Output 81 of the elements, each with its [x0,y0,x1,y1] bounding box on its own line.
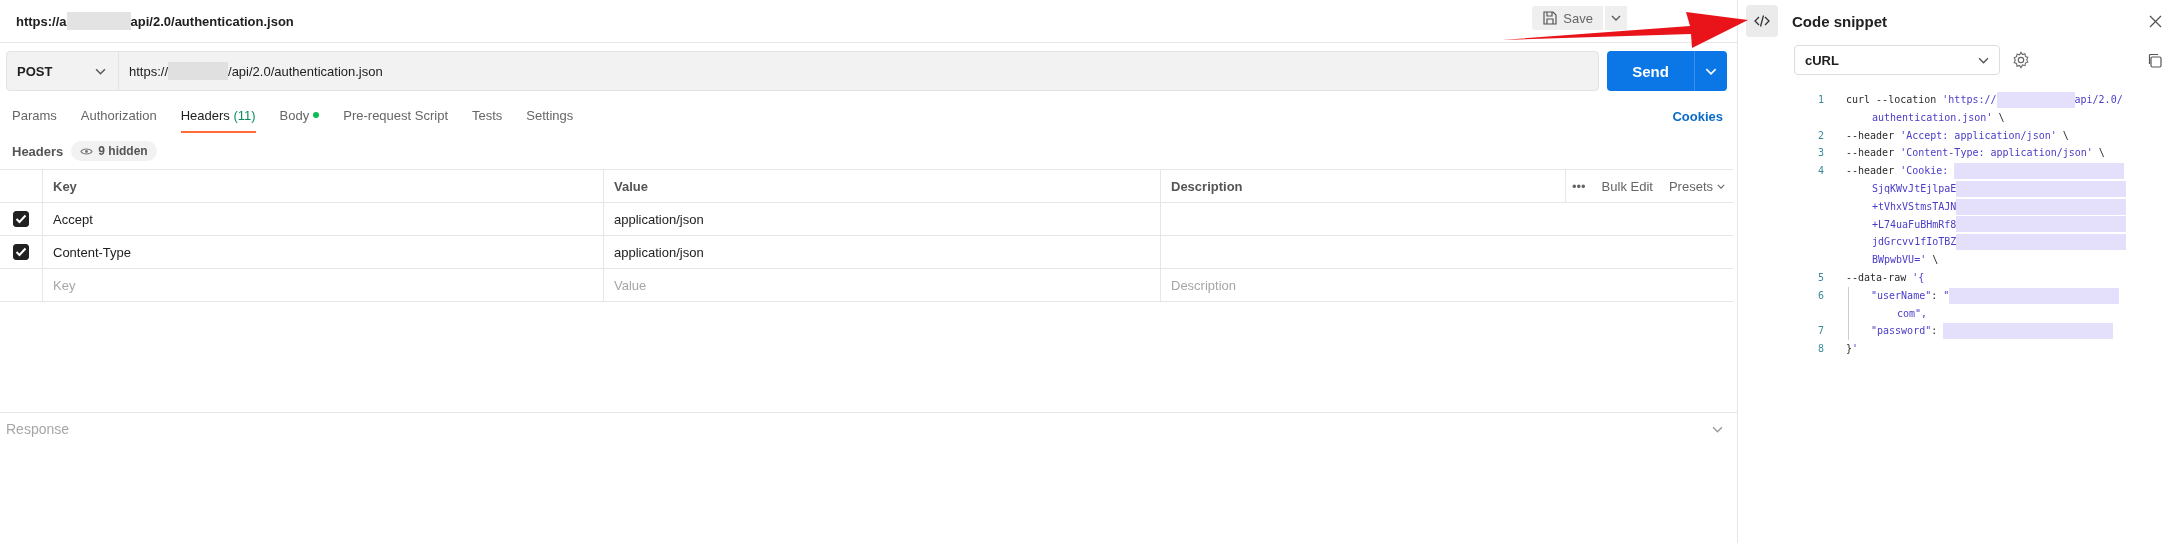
bulk-edit-button[interactable]: Bulk Edit [1601,178,1653,194]
checkbox[interactable] [13,211,29,227]
close-icon[interactable] [2149,14,2162,28]
table-cell[interactable]: Content-Type [42,236,603,268]
code-text: SjqKWvJtEjlpaE [1872,182,1957,196]
hidden-headers-toggle[interactable]: 9 hidden [71,141,157,161]
chevron-down-icon[interactable] [1712,425,1723,433]
panel-title: Code snippet [1792,12,1888,30]
table-cell[interactable]: application/json [603,203,1160,235]
code-text: ' [1852,342,1859,357]
table-cell[interactable]: Accept [42,203,603,235]
caret-icon [1717,183,1725,189]
code-text: curl --location [1846,93,1938,107]
table-cell[interactable]: application/json [603,236,1160,268]
line-number: 2 [1818,129,1825,141]
line-number: 6 [1818,289,1825,301]
value-field[interactable]: Value [603,269,1160,301]
code-text: --header [1846,146,1896,161]
code-text: \ [1997,110,2005,125]
key-field[interactable]: Key [42,269,603,301]
response-title: Response [6,421,70,437]
code-text: com", [1897,306,1928,321]
settings-icon[interactable] [2012,51,2030,69]
code-text: \ [2097,146,2105,161]
code-text: } [1846,342,1853,357]
code-text: "userName" [1871,288,1932,303]
code-text: BWpwbVU=' [1872,253,1927,268]
save-icon [1542,10,1559,26]
cookies-link[interactable]: Cookies [1672,108,1723,124]
code-icon[interactable] [1746,5,1778,37]
code-text: '{ [1912,270,1925,285]
copy-icon[interactable] [2147,52,2162,68]
checkbox[interactable] [13,244,29,260]
code-text: 'Cookie: [1900,164,1950,179]
code-text: authentication.json' [1872,110,1993,125]
send-button[interactable]: Send [1607,51,1694,91]
code-text: 'Content-Type: application/json' [1900,146,2093,161]
caret-icon [1978,56,1989,64]
code-text: --header [1846,128,1896,143]
code-text: \ [1931,253,1939,268]
caret-icon [1611,15,1621,21]
line-number: 5 [1818,271,1825,283]
description-field[interactable]: Description [1160,269,1732,301]
column-header: Value [603,170,1160,202]
line-number: 3 [1818,147,1825,159]
tab[interactable]: Body [279,99,320,133]
tab[interactable]: Headers (11) [180,99,256,133]
code-text: : [1931,324,1939,339]
request-title: https://a [16,13,67,29]
tab[interactable]: Params [12,99,57,133]
more-button[interactable]: ••• [1571,178,1586,194]
save-button[interactable]: Save [1532,6,1603,30]
line-number: 7 [1818,325,1825,337]
presets-dropdown[interactable]: Presets [1668,178,1725,194]
code-text: \ [2061,128,2069,143]
line-number: 1 [1818,94,1825,105]
tab[interactable]: Tests [472,99,503,133]
redacted-text [66,12,131,30]
tab[interactable]: Authorization [80,99,157,133]
code-text: +tVhxVStmsTAJN [1872,199,1957,214]
code-text: : [1931,288,1939,303]
code-text: 'https:// [1942,93,1997,107]
code-text: jdGrcvv1fIoTBZ [1872,235,1957,250]
request-title: api/2.0/authentication.json [130,13,294,29]
code-text: " [1943,288,1950,303]
code-text: api/2.0/ [2074,93,2123,107]
code-text: --header [1846,164,1896,179]
column-header: Description [1160,170,1565,202]
code-text: +L74uaFuBHmRf8 [1872,217,1957,232]
column-header: Key [42,170,603,202]
code-text: 'Accept: application/json' [1900,128,2057,143]
section-title: Headers [12,143,64,159]
tab[interactable]: Pre-request Script [343,99,448,133]
code-text: "password" [1871,324,1932,339]
eye-icon [80,146,94,156]
tab[interactable]: Settings [526,99,574,133]
line-number: 8 [1818,343,1825,355]
code-text: --data-raw [1846,270,1908,285]
line-number: 4 [1818,165,1825,177]
language-dropdown[interactable]: cURL [1794,45,2000,75]
caret-icon [1705,67,1717,75]
